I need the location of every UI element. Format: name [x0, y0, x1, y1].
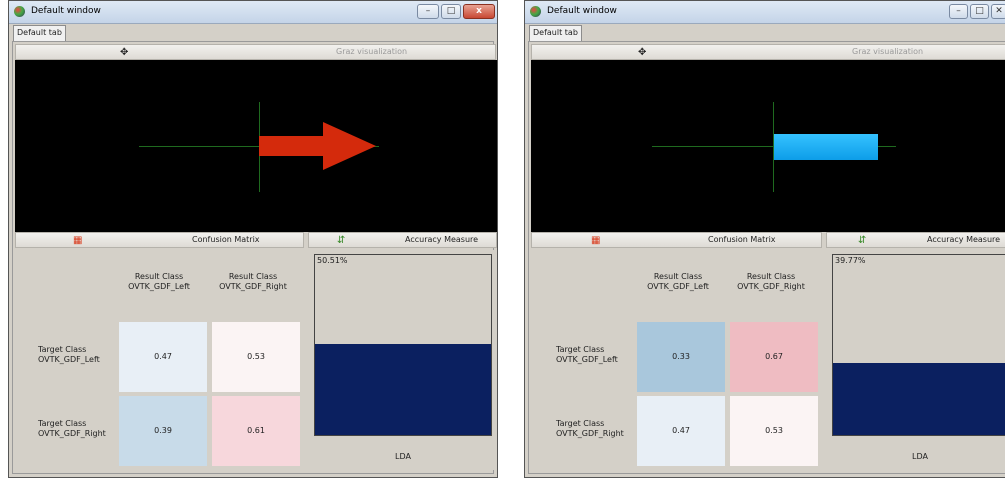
- matrix-icon: ▦: [591, 235, 601, 246]
- classifier-label: LDA: [912, 452, 928, 461]
- accuracy-bar-fill: [315, 344, 491, 435]
- accuracy-icon: ⇵: [858, 235, 867, 246]
- graz-visualization-label: Graz visualization: [852, 47, 924, 56]
- matrix-icon: ▦: [73, 235, 83, 246]
- accuracy-measure: 50.51% LDA: [308, 250, 497, 470]
- title-bar[interactable]: Default window – □ x: [9, 1, 497, 24]
- row-header-left: Target Class OVTK_GDF_Left: [38, 345, 100, 364]
- confusion-matrix: Result Class OVTK_GDF_Left Result Class …: [15, 250, 304, 470]
- tab-default[interactable]: Default tab: [13, 25, 66, 41]
- accuracy-measure: 39.77% LDA: [826, 250, 1005, 470]
- feedback-bar: [774, 134, 878, 160]
- accuracy-value: 39.77%: [835, 256, 866, 265]
- column-header-right: Result Class OVTK_GDF_Right: [737, 272, 805, 291]
- minimize-icon[interactable]: –: [417, 4, 439, 19]
- graz-canvas: [15, 60, 497, 232]
- maximize-icon[interactable]: □: [441, 4, 461, 19]
- accuracy-value: 50.51%: [317, 256, 348, 265]
- title-bar[interactable]: Default window – □ ✕: [525, 1, 1005, 24]
- confusion-matrix-header[interactable]: ▦ Confusion Matrix: [15, 232, 304, 248]
- maximize-icon[interactable]: □: [970, 4, 989, 19]
- matrix-cell: 0.53: [730, 396, 818, 466]
- confusion-matrix-header[interactable]: ▦ Confusion Matrix: [531, 232, 822, 248]
- column-header-left: Result Class OVTK_GDF_Left: [647, 272, 709, 291]
- row-header-left: Target Class OVTK_GDF_Left: [556, 345, 618, 364]
- matrix-cell: 0.47: [637, 396, 725, 466]
- tab-default[interactable]: Default tab: [529, 25, 582, 41]
- arrow-right-icon: [259, 122, 376, 170]
- classifier-label: LDA: [395, 452, 411, 461]
- graz-visualization-label: Graz visualization: [336, 47, 408, 56]
- window-title: Default window: [547, 6, 617, 16]
- accuracy-bar-fill: [833, 363, 1005, 435]
- close-icon[interactable]: ✕: [991, 4, 1005, 19]
- matrix-cell: 0.47: [119, 322, 207, 392]
- openvibe-logo-icon: [530, 6, 541, 17]
- accuracy-measure-header[interactable]: ⇵ Accuracy Measure: [308, 232, 497, 248]
- move-icon[interactable]: ✥: [638, 46, 646, 60]
- openvibe-logo-icon: [14, 6, 25, 17]
- window-title: Default window: [31, 6, 101, 16]
- matrix-cell: 0.39: [119, 396, 207, 466]
- column-header-right: Result Class OVTK_GDF_Right: [219, 272, 287, 291]
- accuracy-bar: 50.51%: [314, 254, 492, 436]
- graz-visualization-header[interactable]: ✥ Graz visualization: [15, 44, 496, 60]
- accuracy-icon: ⇵: [337, 235, 346, 246]
- confusion-matrix-label: Confusion Matrix: [192, 235, 260, 244]
- close-icon[interactable]: x: [463, 4, 495, 19]
- openvibe-window-2: Default window – □ ✕ Default tab ✥ Graz …: [524, 0, 1005, 478]
- accuracy-measure-header[interactable]: ⇵ Accuracy Measure: [826, 232, 1005, 248]
- accuracy-measure-label: Accuracy Measure: [927, 235, 1001, 244]
- row-header-right: Target Class OVTK_GDF_Right: [38, 419, 106, 438]
- accuracy-bar: 39.77%: [832, 254, 1005, 436]
- row-header-right: Target Class OVTK_GDF_Right: [556, 419, 624, 438]
- openvibe-window-1: Default window – □ x Default tab ✥ Graz …: [8, 0, 498, 478]
- column-header-left: Result Class OVTK_GDF_Left: [128, 272, 190, 291]
- accuracy-measure-label: Accuracy Measure: [405, 235, 479, 244]
- minimize-icon[interactable]: –: [949, 4, 968, 19]
- matrix-cell: 0.33: [637, 322, 725, 392]
- graz-visualization-header[interactable]: ✥ Graz visualization: [531, 44, 1005, 60]
- graz-canvas: [531, 60, 1005, 232]
- feedback-arrow: [259, 122, 376, 170]
- confusion-matrix-label: Confusion Matrix: [708, 235, 776, 244]
- matrix-cell: 0.61: [212, 396, 300, 466]
- move-icon[interactable]: ✥: [120, 46, 128, 60]
- tab-panel: ✥ Graz visualization ▦ Confusion Matrix …: [12, 41, 497, 474]
- matrix-cell: 0.53: [212, 322, 300, 392]
- matrix-cell: 0.67: [730, 322, 818, 392]
- confusion-matrix: Result Class OVTK_GDF_Left Result Class …: [531, 250, 822, 470]
- tab-panel: ✥ Graz visualization ▦ Confusion Matrix …: [528, 41, 1005, 474]
